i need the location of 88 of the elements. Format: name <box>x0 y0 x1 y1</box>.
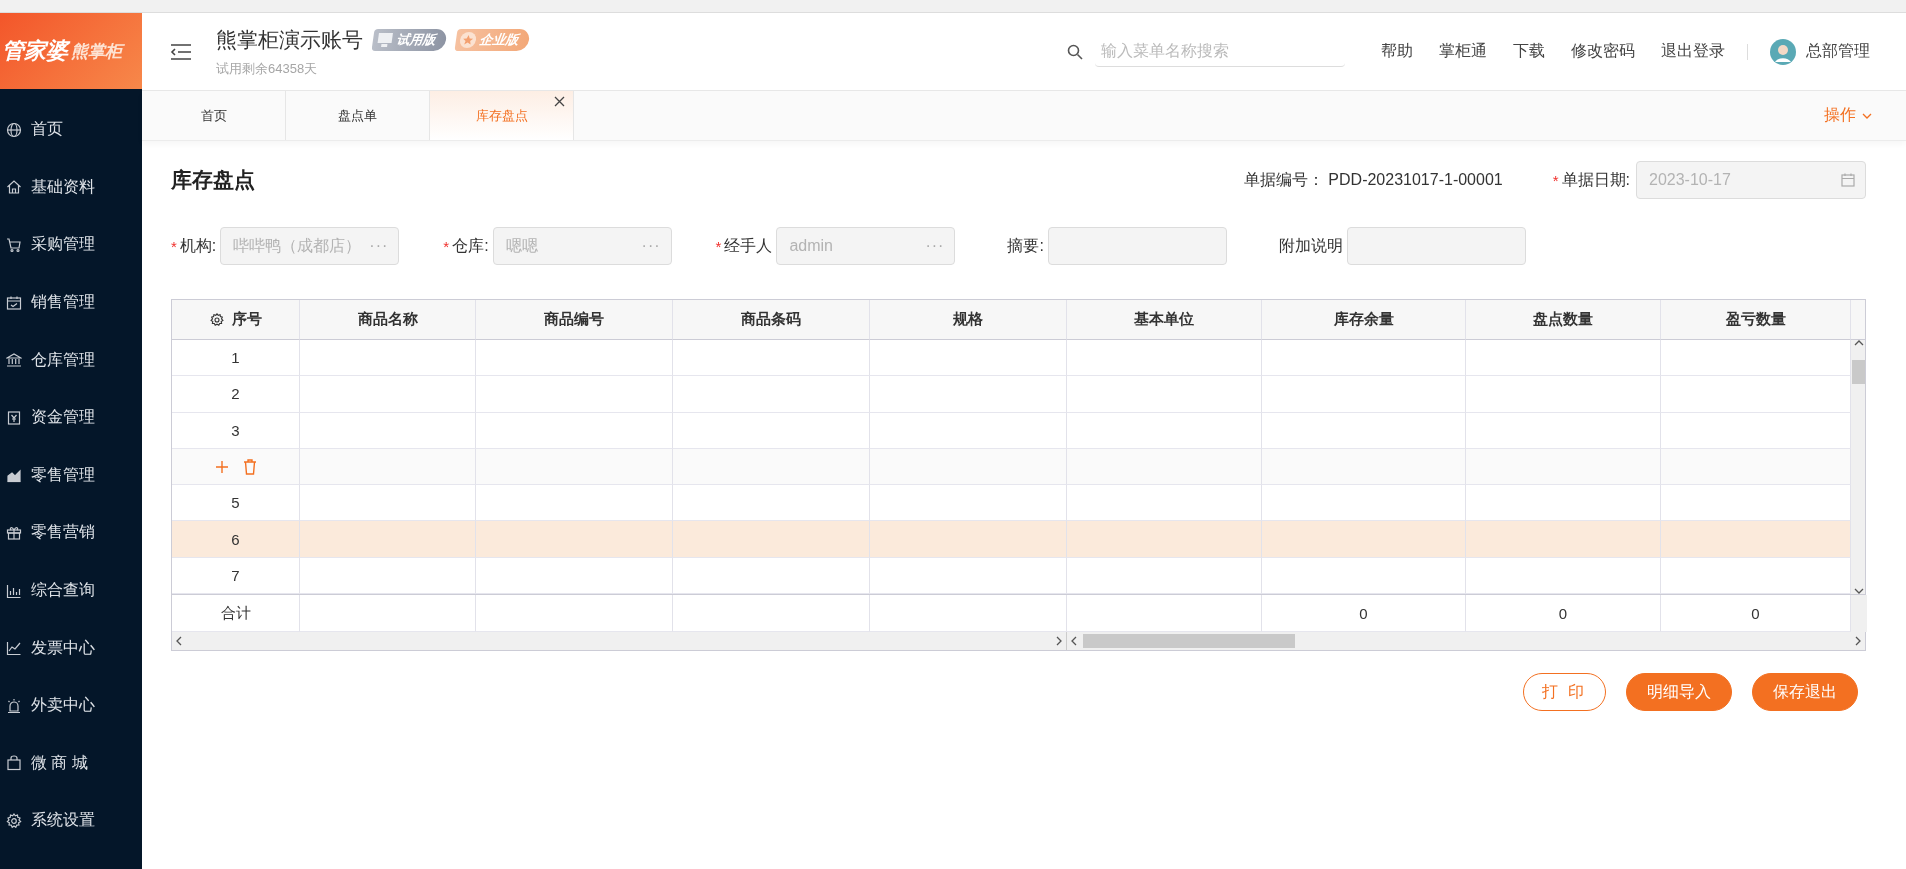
gear-icon <box>6 812 22 829</box>
required-mark: * <box>715 237 722 255</box>
trial-remaining: 试用剩余64358天 <box>216 59 319 78</box>
field-label: 单据日期: <box>1561 169 1630 190</box>
column-header: 盈亏数量 <box>1661 300 1851 340</box>
row-number: 2 <box>172 376 300 413</box>
edition-badge: 企业版 <box>454 28 531 51</box>
column-header: 库存余量 <box>1262 300 1466 340</box>
sidebar-item[interactable]: 发票中心 <box>0 619 142 677</box>
calendar-icon <box>1841 173 1855 187</box>
sidebar-item[interactable]: 零售营销 <box>0 504 142 562</box>
alarm-icon <box>6 697 22 714</box>
menu-icon <box>170 42 192 61</box>
column-header: 盘点数量 <box>1466 300 1661 340</box>
scrollbar-thumb[interactable] <box>1852 360 1865 384</box>
globe-icon <box>6 121 22 138</box>
field-label: 经手人 <box>724 235 773 256</box>
column-header: 商品名称 <box>300 300 476 340</box>
column-header: 序号 <box>172 300 300 340</box>
chevron-down-icon <box>1862 112 1872 119</box>
required-mark: * <box>1552 171 1559 189</box>
table-row[interactable]: 6 <box>172 521 1851 558</box>
chevron-down-icon <box>1854 588 1864 594</box>
settings-icon[interactable] <box>209 312 224 327</box>
column-header: 商品条码 <box>673 300 870 340</box>
calendar-icon <box>6 294 22 311</box>
field-label: 单据编号： <box>1244 169 1325 190</box>
sidebar-item[interactable]: 采购管理 <box>0 216 142 274</box>
sidebar-item[interactable]: 首页 <box>0 101 142 159</box>
document-number: PDD-20231017-1-00001 <box>1328 171 1503 189</box>
column-header: 商品编号 <box>476 300 673 340</box>
monitor-icon <box>375 31 395 48</box>
row-number: 3 <box>172 412 300 449</box>
table-row[interactable]: 2 <box>172 376 1851 413</box>
column-header: 基本单位 <box>1067 300 1262 340</box>
area-chart-icon <box>6 467 22 484</box>
chevron-up-icon <box>1854 340 1864 346</box>
sidebar-item[interactable]: 资金管理 <box>0 388 142 447</box>
table-row[interactable] <box>172 448 1851 486</box>
row-number: 7 <box>172 557 300 594</box>
page-tab[interactable]: 首页 <box>142 91 286 140</box>
bank-icon <box>6 352 22 369</box>
avatar-icon <box>1770 38 1796 65</box>
required-mark: * <box>171 237 177 255</box>
sidebar-item[interactable]: 仓库管理 <box>0 331 142 389</box>
close-icon[interactable] <box>554 96 565 107</box>
trash-icon[interactable] <box>242 458 257 475</box>
sidebar-item[interactable]: 零售管理 <box>0 446 142 505</box>
home-icon <box>6 179 22 196</box>
field-label: 仓库: <box>452 235 489 256</box>
table-row[interactable]: 3 <box>172 412 1851 449</box>
plus-icon[interactable] <box>214 459 229 474</box>
sidebar-item[interactable]: 微 商 城 <box>0 734 142 793</box>
bag-icon <box>6 755 22 772</box>
gift-icon <box>6 524 22 541</box>
line-chart-icon <box>6 640 22 657</box>
sidebar-item[interactable]: 综合查询 <box>0 561 142 620</box>
user-name[interactable]: 总部管理 <box>1806 41 1870 62</box>
header-link[interactable]: 修改密码 <box>1571 41 1635 62</box>
sidebar-item[interactable]: 外卖中心 <box>0 676 142 735</box>
field-label: 摘要: <box>1007 235 1044 256</box>
wallet-icon <box>6 409 22 426</box>
field-label: 机构: <box>179 235 217 256</box>
field-label: 附加说明 <box>1278 235 1343 256</box>
header-link[interactable]: 退出登录 <box>1661 41 1725 62</box>
search-icon <box>1067 43 1083 60</box>
cart-icon <box>6 237 22 253</box>
sidebar-item[interactable]: 基础资料 <box>0 158 142 217</box>
vertical-scrollbar[interactable] <box>1851 340 1865 594</box>
table-row[interactable]: 7 <box>172 557 1851 594</box>
column-header: 规格 <box>870 300 1067 340</box>
header-link[interactable]: 掌柜通 <box>1439 41 1487 62</box>
row-number: 6 <box>172 521 300 558</box>
required-mark: * <box>443 237 450 255</box>
chevron-right-icon <box>1056 636 1062 646</box>
account-title: 熊掌柜演示账号 <box>216 26 363 53</box>
chevron-left-icon <box>176 636 182 646</box>
bar-chart-icon <box>6 582 22 599</box>
sidebar-item[interactable]: 系统设置 <box>0 792 142 850</box>
form-field[interactable] <box>1346 227 1526 265</box>
page-title: 库存盘点 <box>171 167 255 193</box>
chevron-left-icon <box>1071 636 1077 646</box>
header-link[interactable]: 帮助 <box>1381 41 1413 62</box>
chevron-right-icon <box>1855 636 1861 646</box>
header-link[interactable]: 下载 <box>1513 41 1545 62</box>
sidebar-item[interactable]: 销售管理 <box>0 273 142 332</box>
form-field[interactable] <box>1047 227 1227 265</box>
edition-badge: 试用版 <box>371 28 448 51</box>
